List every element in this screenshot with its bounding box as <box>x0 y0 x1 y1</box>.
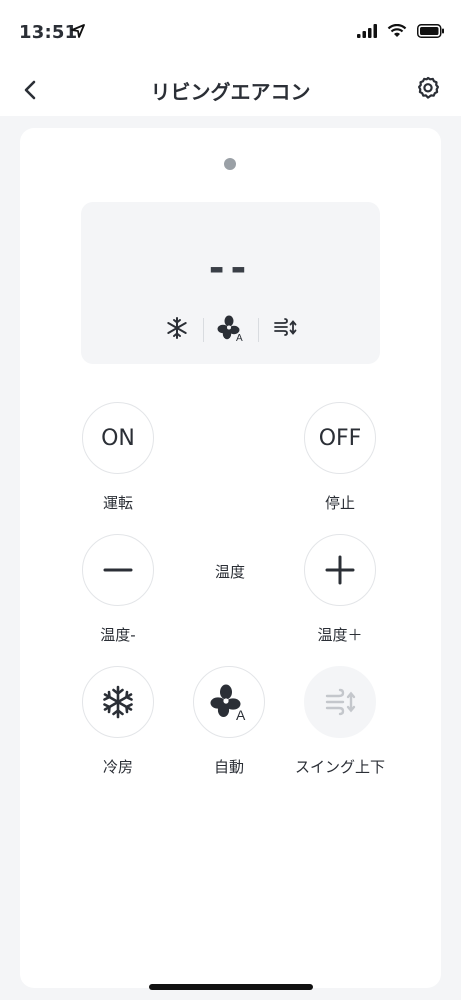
status-time: 13:51 <box>19 22 78 43</box>
plus-icon <box>325 555 355 585</box>
svg-text:A: A <box>236 333 243 342</box>
location-arrow-icon <box>71 24 85 38</box>
wifi-icon <box>387 24 407 37</box>
gear-icon[interactable] <box>415 75 441 101</box>
power-off-text: OFF <box>318 425 362 451</box>
swing-button[interactable] <box>304 666 376 738</box>
temperature-label: 温度 <box>214 563 245 581</box>
ac-display-panel: -- A <box>81 202 380 364</box>
power-on-button[interactable]: ON <box>82 402 154 474</box>
remote-card: -- A ON 運転 OFF 停止 温度- 温度 温度＋ 冷房 A 自動 スイン… <box>20 128 441 988</box>
cellular-signal-icon <box>357 24 377 38</box>
temperature-down-button[interactable] <box>82 534 154 606</box>
status-dot <box>224 158 236 170</box>
power-on-label: 運転 <box>102 494 133 512</box>
fan-auto-icon: A <box>210 684 246 721</box>
fan-auto-icon: A <box>217 315 243 342</box>
mode-separator <box>203 318 204 342</box>
mode-separator <box>258 318 259 342</box>
swing-icon <box>274 318 297 336</box>
power-off-label: 停止 <box>324 494 355 512</box>
temperature-readout: -- <box>208 246 253 290</box>
app-header: リビングエアコン <box>0 62 461 116</box>
snowflake-icon <box>167 317 187 339</box>
swing-label: スイング上下 <box>294 758 385 776</box>
mode-indicators: A <box>81 314 380 344</box>
snowflake-icon <box>103 685 133 719</box>
power-off-button[interactable]: OFF <box>304 402 376 474</box>
temperature-up-label: 温度＋ <box>317 626 363 644</box>
svg-text:A: A <box>236 707 246 721</box>
temperature-up-button[interactable] <box>304 534 376 606</box>
cool-mode-label: 冷房 <box>102 758 133 776</box>
swing-icon <box>325 688 356 716</box>
cool-mode-button[interactable] <box>82 666 154 738</box>
temperature-down-label: 温度- <box>100 626 136 644</box>
status-bar: 13:51 <box>0 0 461 62</box>
minus-icon <box>103 568 133 572</box>
fan-auto-button[interactable]: A <box>193 666 265 738</box>
power-on-text: ON <box>101 425 135 451</box>
page-title: リビングエアコン <box>150 80 311 104</box>
battery-icon <box>417 24 444 38</box>
home-indicator[interactable] <box>149 984 313 990</box>
